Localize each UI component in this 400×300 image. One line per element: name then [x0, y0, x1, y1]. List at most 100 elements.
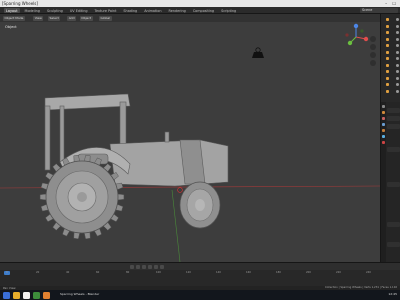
- frame-ruler[interactable]: 0 20 40 60 80 100 120 140 160 180 200 220 240: [0, 271, 400, 276]
- exhaust-stack: [164, 131, 170, 143]
- visibility-eye-icon[interactable]: [396, 83, 399, 86]
- object-icon: [386, 24, 389, 28]
- timeline-panel: 0 20 40 60 80 100 120 140 160 180 200 220 240: [0, 262, 400, 286]
- frame-tick-label: 40: [66, 271, 70, 274]
- window-controls[interactable]: – ☐ ✕: [378, 1, 398, 11]
- workspace-tab[interactable]: Rendering: [166, 8, 187, 13]
- pan-hand-icon[interactable]: [370, 44, 376, 50]
- output-tab-icon[interactable]: [382, 117, 385, 120]
- workspace-tab[interactable]: Shading: [121, 8, 139, 13]
- outliner-row[interactable]: [383, 63, 400, 67]
- 3d-viewport[interactable]: Object Mode View Select Add Object Global Obj…: [0, 14, 380, 262]
- scene-selector[interactable]: Scene: [360, 8, 398, 13]
- chrome-icon[interactable]: [23, 291, 30, 299]
- blender-icon[interactable]: [43, 291, 50, 299]
- taskbar-active-app[interactable]: Sparring Wheels - Blender: [60, 292, 99, 296]
- frame-tick-label: 120: [186, 271, 191, 274]
- outliner-row[interactable]: [383, 83, 400, 86]
- outliner-row[interactable]: [383, 18, 400, 21]
- visibility-eye-icon[interactable]: [396, 76, 399, 80]
- clock: 12:45: [388, 292, 397, 296]
- frame-tick-label: 220: [336, 271, 341, 274]
- app-icon[interactable]: [33, 291, 40, 299]
- prev-keyframe-icon[interactable]: [136, 264, 140, 269]
- outliner-row[interactable]: [383, 70, 400, 73]
- visibility-eye-icon[interactable]: [396, 24, 399, 28]
- properties-section[interactable]: [387, 116, 400, 121]
- scene-tab-icon[interactable]: [382, 123, 385, 126]
- zoom-icon[interactable]: [370, 36, 376, 42]
- light-object-icon: [252, 47, 264, 58]
- workspace-tabs: Layout Modeling Sculpting UV Editing Texture…: [4, 8, 238, 13]
- workspace-tab[interactable]: Compositing: [191, 8, 216, 13]
- frame-tick-label: 240: [366, 271, 371, 274]
- properties-section[interactable]: [387, 147, 400, 152]
- properties-tab-sidebar: [381, 102, 386, 262]
- workspace-tab[interactable]: Modeling: [23, 8, 42, 13]
- workspace-tab[interactable]: Sculpting: [45, 8, 65, 13]
- outliner-panel: [380, 14, 400, 102]
- frame-tick-label: 140: [216, 271, 221, 274]
- cab-post-mid: [59, 105, 65, 163]
- frame-tick-label: 180: [276, 271, 281, 274]
- visibility-eye-icon[interactable]: [396, 31, 399, 34]
- outliner-row[interactable]: [383, 37, 400, 41]
- perspective-toggle-icon[interactable]: [370, 60, 376, 66]
- properties-section[interactable]: [387, 182, 400, 187]
- object-tab-icon[interactable]: [382, 129, 385, 132]
- navigation-gizmo[interactable]: [342, 23, 370, 51]
- outliner-row[interactable]: [383, 44, 400, 47]
- visibility-eye-icon[interactable]: [396, 18, 399, 21]
- visibility-eye-icon[interactable]: [396, 89, 399, 93]
- workspace-tab[interactable]: Animation: [142, 8, 163, 13]
- workspace-tab[interactable]: Texture Paint: [93, 8, 119, 13]
- properties-section[interactable]: [387, 222, 400, 227]
- visibility-eye-icon[interactable]: [396, 50, 399, 54]
- tool-tab-icon[interactable]: [382, 105, 385, 108]
- render-tab-icon[interactable]: [382, 111, 385, 114]
- rear-wheel: [39, 154, 125, 240]
- object-icon: [386, 76, 389, 80]
- visibility-eye-icon[interactable]: [396, 57, 399, 60]
- play-icon[interactable]: [148, 264, 152, 269]
- frame-tick-label: 100: [156, 271, 161, 274]
- file-explorer-icon[interactable]: [13, 291, 20, 299]
- workspace-tab[interactable]: UV Editing: [68, 8, 90, 13]
- camera-view-icon[interactable]: [370, 52, 376, 58]
- modifier-tab-icon[interactable]: [382, 135, 385, 138]
- scene-stats: Collection | Sparring Wheels | Verts 1,2…: [325, 286, 397, 289]
- y-axis-line: [171, 189, 181, 262]
- object-icon: [386, 83, 389, 86]
- visibility-eye-icon[interactable]: [396, 44, 399, 47]
- cab-roof: [44, 93, 131, 111]
- object-icon: [386, 37, 389, 41]
- properties-section[interactable]: [387, 242, 400, 247]
- outliner-row[interactable]: [383, 76, 400, 80]
- object-icon: [386, 89, 389, 93]
- jump-start-icon[interactable]: [130, 264, 134, 269]
- properties-section[interactable]: [387, 124, 400, 129]
- jump-end-icon[interactable]: [160, 264, 164, 269]
- outliner-row[interactable]: [383, 24, 400, 28]
- outliner-row[interactable]: [383, 50, 400, 54]
- play-reverse-icon[interactable]: [142, 264, 146, 269]
- outliner-row[interactable]: [383, 89, 400, 93]
- visibility-eye-icon[interactable]: [396, 63, 399, 67]
- next-keyframe-icon[interactable]: [154, 264, 158, 269]
- workspace-tab[interactable]: Layout: [4, 8, 20, 13]
- outliner-row[interactable]: [383, 57, 400, 60]
- os-taskbar: Sparring Wheels - Blender 12:45: [0, 290, 400, 300]
- material-tab-icon[interactable]: [382, 141, 385, 144]
- object-icon: [386, 50, 389, 54]
- viewport-nav-buttons: [370, 36, 377, 68]
- frame-tick-label: 160: [246, 271, 251, 274]
- properties-section[interactable]: [387, 108, 400, 113]
- visibility-eye-icon[interactable]: [396, 37, 399, 41]
- visibility-eye-icon[interactable]: [396, 70, 399, 73]
- outliner-row[interactable]: [383, 31, 400, 34]
- scene-canvas[interactable]: [0, 14, 380, 262]
- start-icon[interactable]: [3, 291, 10, 299]
- object-icon: [386, 18, 389, 21]
- object-icon: [386, 63, 389, 67]
- workspace-tab[interactable]: Scripting: [219, 8, 238, 13]
